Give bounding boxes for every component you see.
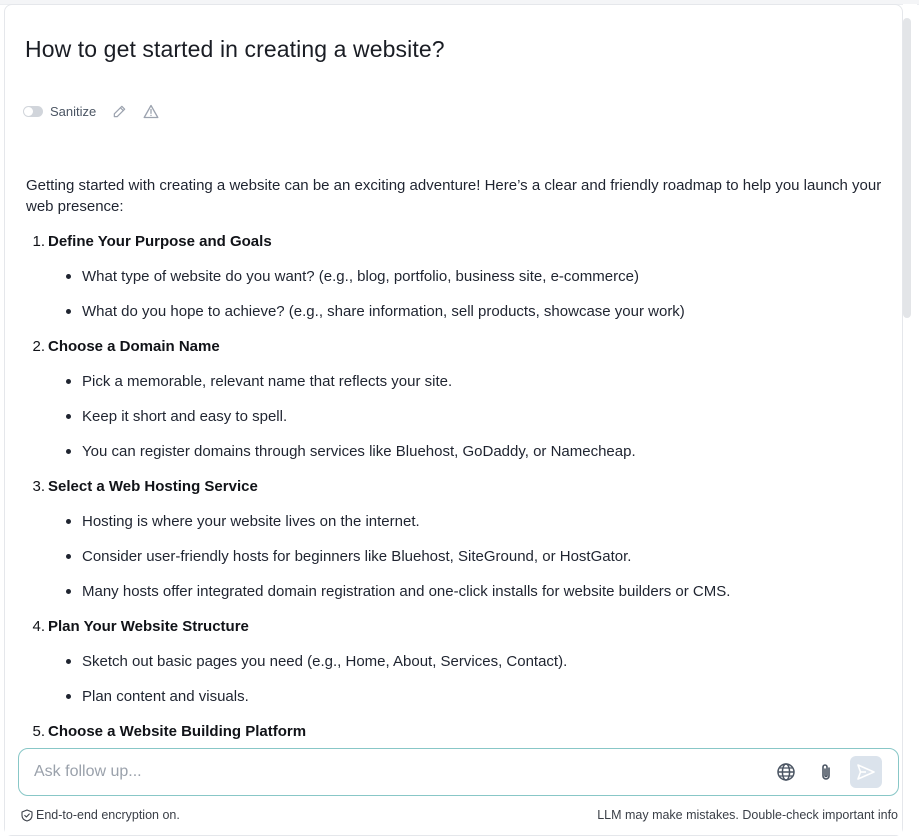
bullet-item: You can register domains through service…	[26, 441, 886, 462]
step-title: 4. Plan Your Website Structure	[26, 616, 886, 637]
message-toolbar: Sanitize	[23, 101, 160, 121]
follow-up-input[interactable]	[34, 761, 754, 783]
toggle-knob	[24, 106, 33, 116]
bullet-item: Keep it short and easy to spell.	[26, 406, 886, 427]
bullet-item: What do you hope to achieve? (e.g., shar…	[26, 301, 886, 322]
bullet-item: Hosting is where your website lives on t…	[26, 511, 886, 532]
step-number: 3.	[32, 478, 45, 495]
step-item: 1. Define Your Purpose and Goals What type…	[26, 231, 886, 322]
send-button[interactable]	[850, 756, 882, 788]
bullet-list: Sketch out basic pages you need (e.g., H…	[26, 651, 886, 707]
disclaimer-text: LLM may make mistakes. Double-check impo…	[597, 808, 898, 822]
bullet-item: Many hosts offer integrated domain regis…	[26, 581, 886, 602]
assistant-message: Getting started with creating a website …	[26, 175, 886, 742]
globe-icon[interactable]	[774, 760, 798, 784]
steps-list: 1. Define Your Purpose and Goals What type…	[26, 231, 886, 742]
sanitize-label: Sanitize	[50, 103, 97, 119]
shield-check-icon	[21, 808, 33, 822]
step-item: 4. Plan Your Website Structure Sketch out …	[26, 616, 886, 707]
step-number: 1.	[32, 233, 45, 250]
send-icon	[856, 763, 876, 781]
pencil-icon[interactable]	[110, 102, 128, 120]
follow-up-box	[18, 748, 899, 796]
bullet-item: Consider user-friendly hosts for beginne…	[26, 546, 886, 567]
step-title: 2. Choose a Domain Name	[26, 336, 886, 357]
step-title-text: Choose a Domain Name	[48, 338, 220, 355]
bullet-item: What type of website do you want? (e.g.,…	[26, 266, 886, 287]
step-number: 2.	[32, 338, 45, 355]
step-title-text: Select a Web Hosting Service	[48, 478, 258, 495]
bullet-item: Pick a memorable, relevant name that ref…	[26, 371, 886, 392]
scrollbar-thumb[interactable]	[903, 18, 911, 318]
warning-triangle-icon[interactable]	[142, 102, 160, 120]
message-intro: Getting started with creating a website …	[26, 177, 882, 215]
step-number: 4.	[32, 618, 45, 635]
bullet-list: Hosting is where your website lives on t…	[26, 511, 886, 602]
paperclip-icon[interactable]	[814, 760, 838, 784]
bullet-item: Sketch out basic pages you need (e.g., H…	[26, 651, 886, 672]
step-item: 3. Select a Web Hosting Service Hosting is…	[26, 476, 886, 602]
step-title-text: Plan Your Website Structure	[48, 618, 249, 635]
bullet-list: Pick a memorable, relevant name that ref…	[26, 371, 886, 462]
step-title: 3. Select a Web Hosting Service	[26, 476, 886, 497]
encryption-notice: End-to-end encryption on.	[21, 807, 180, 823]
bullet-item: Plan content and visuals.	[26, 686, 886, 707]
sanitize-toggle[interactable]	[23, 105, 43, 117]
step-title-text: Define Your Purpose and Goals	[48, 233, 272, 250]
page-title: How to get started in creating a website…	[25, 36, 445, 62]
step-item: 2. Choose a Domain Name Pick a memorable, …	[26, 336, 886, 462]
encryption-text: End-to-end encryption on.	[36, 808, 180, 822]
step-title: 1. Define Your Purpose and Goals	[26, 231, 886, 252]
bullet-list: What type of website do you want? (e.g.,…	[26, 266, 886, 322]
